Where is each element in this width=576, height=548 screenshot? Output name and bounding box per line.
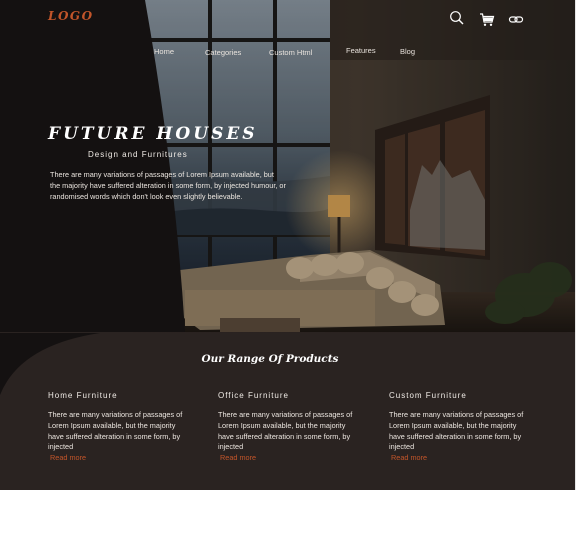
product-name: Custom Furniture	[389, 391, 467, 400]
hero-section: LOGO Home Categories Custom Html Feature…	[0, 0, 576, 332]
products-title: Our Range Of Products	[201, 353, 339, 365]
product-description-text: There are many variations of passages of…	[48, 410, 183, 452]
nav-categories[interactable]: Categories	[205, 48, 241, 57]
product-description: There are many variations of passages of…	[48, 410, 188, 464]
product-name: Home Furniture	[48, 391, 118, 400]
nav-features[interactable]: Features	[346, 46, 376, 55]
nav-custom-html[interactable]: Custom Html	[269, 48, 312, 57]
read-more-link[interactable]: Read more	[50, 453, 188, 464]
product-description-text: There are many variations of passages of…	[389, 410, 524, 452]
product-description: There are many variations of passages of…	[218, 410, 358, 464]
hero-subtitle: Design and Furnitures	[88, 150, 188, 159]
read-more-link[interactable]: Read more	[391, 453, 529, 464]
product-description: There are many variations of passages of…	[389, 410, 529, 464]
hero-description: There are many variations of passages of…	[50, 170, 286, 202]
nav-blog[interactable]: Blog	[400, 47, 415, 56]
product-card-home: Home Furniture There are many variations…	[48, 391, 188, 464]
product-description-text: There are many variations of passages of…	[218, 410, 353, 452]
read-more-link[interactable]: Read more	[220, 453, 358, 464]
search-icon[interactable]	[449, 10, 465, 26]
product-card-custom: Custom Furniture There are many variatio…	[389, 391, 529, 464]
hero-title: FUTURE HOUSES	[48, 124, 258, 144]
nav-home[interactable]: Home	[154, 47, 174, 56]
page: LOGO Home Categories Custom Html Feature…	[0, 0, 576, 548]
cart-icon[interactable]	[479, 12, 495, 28]
product-name: Office Furniture	[218, 391, 289, 400]
link-icon[interactable]	[508, 12, 524, 28]
product-card-office: Office Furniture There are many variatio…	[218, 391, 358, 464]
site-logo[interactable]: LOGO	[48, 9, 94, 23]
